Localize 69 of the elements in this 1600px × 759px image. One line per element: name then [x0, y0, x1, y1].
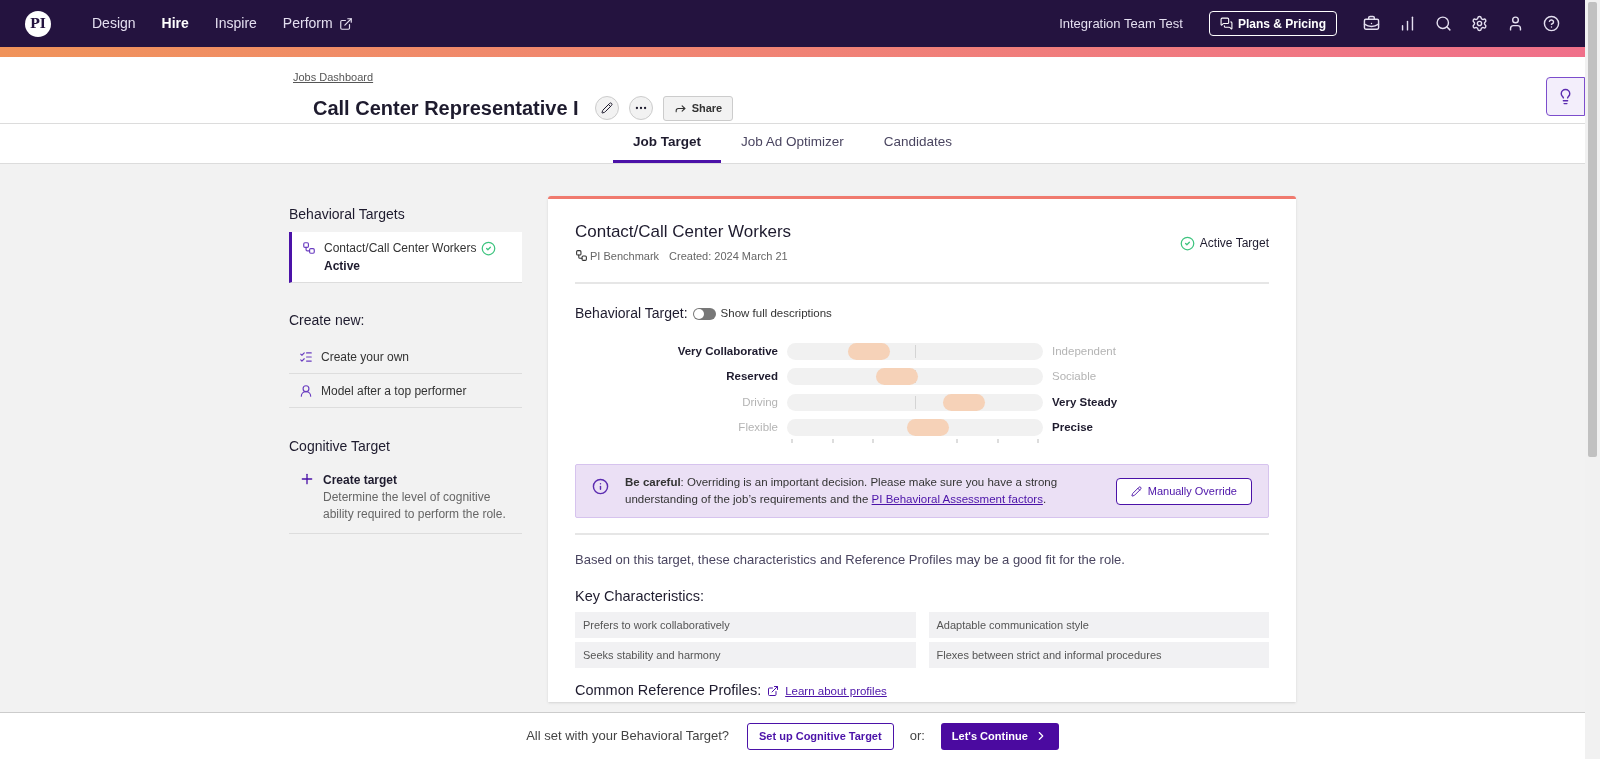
- characteristic-chip: Prefers to work collaboratively: [575, 612, 916, 639]
- account-name: Integration Team Test: [1059, 14, 1183, 33]
- notice-text: Be careful: Overriding is an important decision. Please make sure you have a strong understanding of the job’s requirements and the PI Behavioral Assessment factors.: [625, 475, 1059, 507]
- footer-question: All set with your Behavioral Target?: [526, 727, 729, 746]
- characteristic-chip: Flexes between strict and informal procedures: [928, 642, 1269, 669]
- scale-left-label: Very Collaborative: [676, 344, 779, 359]
- scale-right-label: Sociable: [1051, 369, 1097, 385]
- checklist-icon: [299, 349, 313, 364]
- external-link-icon: [767, 685, 780, 698]
- tab[interactable]: Job Target: [612, 124, 721, 163]
- edit-button[interactable]: [594, 96, 619, 120]
- active-status: Active Target: [1199, 235, 1269, 252]
- scale-right-label: Very Steady: [1051, 394, 1118, 410]
- card-title: Contact/Call Center Workers: [575, 221, 792, 243]
- status-text: Active: [324, 258, 362, 275]
- job-title: Call Center Representative I: [313, 96, 579, 121]
- chat-icon: [1219, 17, 1233, 30]
- section-heading: Behavioral Targets: [289, 205, 406, 224]
- plans-button[interactable]: Plans & Pricing: [1208, 11, 1337, 36]
- profiles-link[interactable]: Learn about profiles: [785, 682, 887, 700]
- override-button[interactable]: Manually Override: [1115, 477, 1252, 505]
- check-icon: [1179, 235, 1195, 251]
- cognitive-button[interactable]: Set up Cognitive Target: [747, 722, 894, 750]
- pencil-icon: [1130, 485, 1142, 497]
- scale-right-label: Independent: [1051, 344, 1116, 359]
- settings-icon[interactable]: [1471, 15, 1488, 32]
- pencil-icon: [600, 102, 613, 114]
- tab[interactable]: Candidates: [863, 124, 973, 163]
- scale-left-label: Flexible: [737, 419, 779, 435]
- description: Determine the level of cognitive ability required to perform the role.: [323, 489, 507, 523]
- person-icon: [299, 383, 313, 398]
- info-icon: [592, 478, 609, 495]
- section-heading: Cognitive Target: [289, 437, 391, 456]
- target-name: Contact/Call Center Workers: [324, 240, 477, 257]
- target-item[interactable]: Contact/Call Center Workers Active: [289, 232, 522, 283]
- tab[interactable]: Job Ad Optimizer: [720, 124, 864, 163]
- section-heading: Key Characteristics:: [575, 586, 705, 606]
- nav-link[interactable]: Hire: [161, 13, 189, 34]
- nav-link[interactable]: Perform: [282, 13, 353, 34]
- create-option[interactable]: Model after a top performer: [289, 374, 522, 408]
- section-heading: Create new:: [289, 311, 366, 330]
- created-date: Created: 2024 March 21: [669, 248, 788, 264]
- nav-link[interactable]: Design: [92, 13, 136, 34]
- characteristic-chip: Adaptable communication style: [928, 612, 1269, 639]
- tips-button[interactable]: [1546, 77, 1585, 116]
- assessment-link[interactable]: PI Behavioral Assessment factors: [871, 493, 1043, 505]
- intro-text: Based on this target, these characteristics and Reference Profiles may be a good fit for the role.: [575, 551, 1126, 569]
- source-label: PI Benchmark: [590, 248, 660, 264]
- or-text: or:: [909, 727, 925, 746]
- help-icon[interactable]: [1543, 15, 1560, 32]
- scale-right-label: Precise: [1051, 419, 1093, 435]
- breadcrumb-link[interactable]: Jobs Dashboard: [293, 71, 374, 83]
- plus-icon: [299, 471, 315, 487]
- create-option[interactable]: Create your own: [289, 340, 522, 374]
- user-icon[interactable]: [1507, 15, 1524, 32]
- scale-left-label: Reserved: [725, 369, 779, 385]
- continue-button[interactable]: Let's Continue: [940, 722, 1059, 750]
- logo[interactable]: PI: [25, 10, 51, 37]
- chart-icon[interactable]: [1399, 15, 1416, 32]
- share-button[interactable]: Share: [662, 95, 734, 121]
- create-target-link[interactable]: Create target: [323, 471, 512, 489]
- search-icon[interactable]: [1435, 15, 1452, 32]
- section-heading: Common Reference Profiles:: [575, 681, 762, 701]
- nav-link[interactable]: Inspire: [214, 13, 257, 34]
- scale-left-label: Driving: [741, 394, 779, 410]
- toggle-switch[interactable]: [692, 307, 716, 320]
- toggle-label: Show full descriptions: [720, 305, 832, 321]
- characteristic-chip: Seeks stability and harmony: [575, 642, 916, 669]
- section-label: Behavioral Target:: [575, 304, 688, 323]
